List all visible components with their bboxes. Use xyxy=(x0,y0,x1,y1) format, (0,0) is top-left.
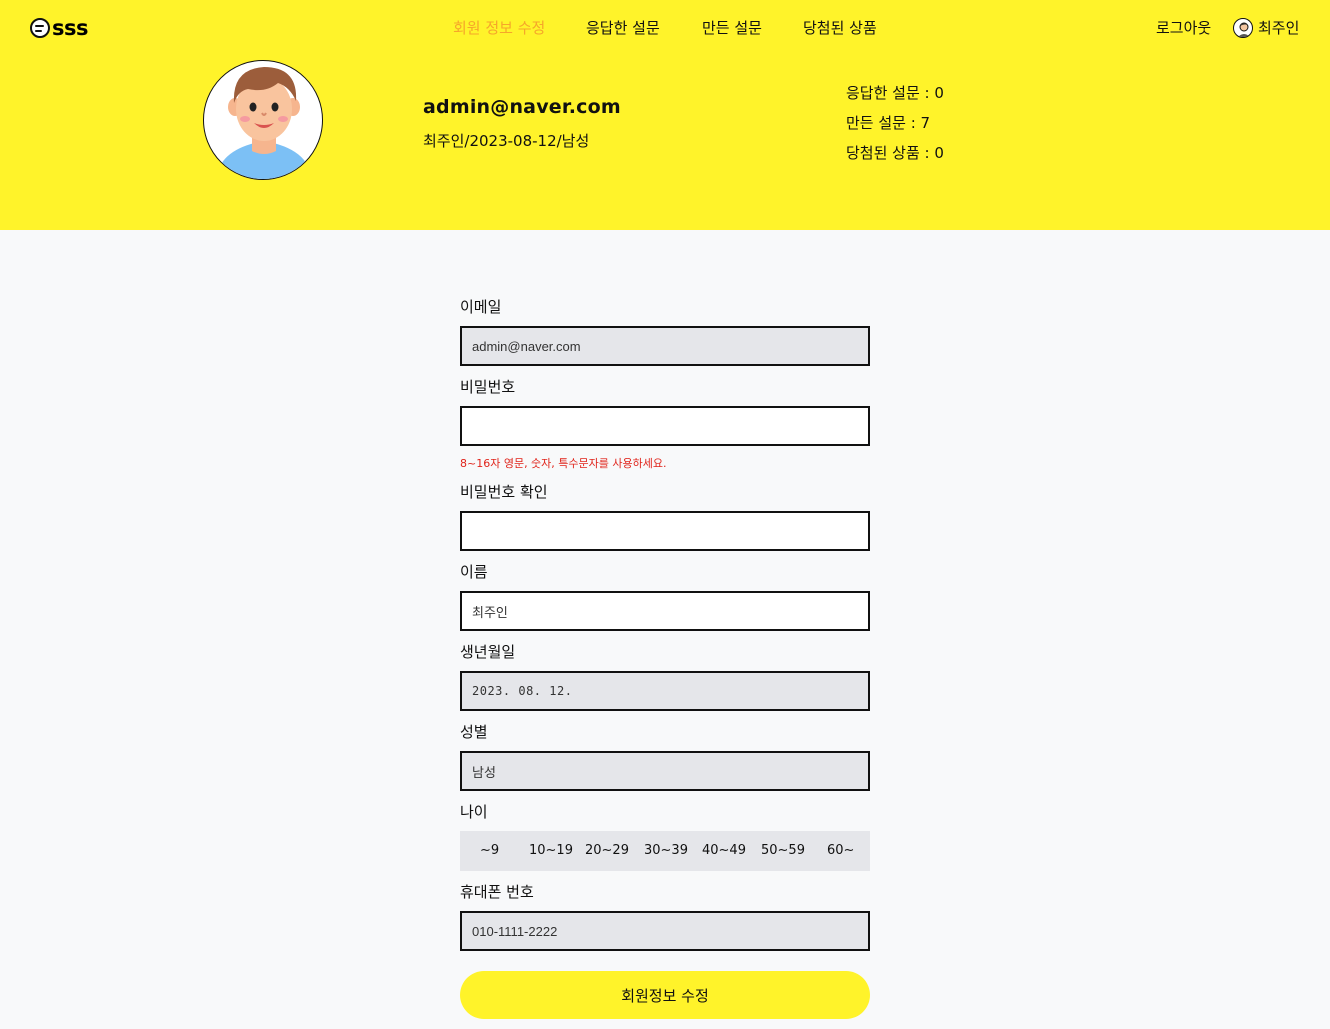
stat-answered-surveys: 응답한 설문 : 0 xyxy=(846,84,944,102)
password-confirm-label: 비밀번호 확인 xyxy=(460,483,548,501)
email-field[interactable]: admin@naver.com xyxy=(460,326,870,366)
age-option[interactable]: 20~29 xyxy=(585,843,629,858)
birth-label: 생년월일 xyxy=(460,643,516,661)
age-option[interactable]: 10~19 xyxy=(529,843,573,858)
gender-field[interactable]: 남성 xyxy=(460,751,870,791)
profile-stats: 응답한 설문 : 0 만든 설문 : 7 당첨된 상품 : 0 xyxy=(846,83,944,173)
age-option[interactable]: 60~ xyxy=(827,843,854,858)
password-hint: 8~16자 영문, 숫자, 특수문자를 사용하세요. xyxy=(460,457,667,470)
profile-avatar xyxy=(203,60,323,180)
update-profile-button[interactable]: 회원정보 수정 xyxy=(460,971,870,1019)
age-option[interactable]: 30~39 xyxy=(644,843,688,858)
age-label: 나이 xyxy=(460,803,488,821)
name-field[interactable]: 최주인 xyxy=(460,591,870,631)
user-menu[interactable]: 최주인 xyxy=(1233,17,1299,38)
password-label: 비밀번호 xyxy=(460,378,516,396)
nav-item-answered-surveys[interactable]: 응답한 설문 xyxy=(586,17,660,38)
password-field[interactable] xyxy=(460,406,870,446)
user-name: 최주인 xyxy=(1258,19,1300,37)
age-option[interactable]: ~9 xyxy=(480,843,499,858)
logout-link[interactable]: 로그아웃 xyxy=(1156,17,1211,38)
age-option[interactable]: 50~59 xyxy=(761,843,805,858)
profile-summary: 최주인/2023-08-12/남성 xyxy=(423,132,590,150)
nav-item-created-surveys[interactable]: 만든 설문 xyxy=(702,17,762,38)
user-avatar-icon xyxy=(1233,17,1253,38)
name-label: 이름 xyxy=(460,563,488,581)
birth-date-field[interactable]: 2023. 08. 12. xyxy=(460,671,870,711)
age-selector: ~9 10~19 20~29 30~39 40~49 50~59 60~ xyxy=(460,831,870,871)
stat-created-surveys: 만든 설문 : 7 xyxy=(846,114,931,132)
stat-won-prizes: 당첨된 상품 : 0 xyxy=(846,144,944,162)
age-option[interactable]: 40~49 xyxy=(702,843,746,858)
main-nav: 회원 정보 수정 응답한 설문 만든 설문 당첨된 상품 xyxy=(0,17,1330,39)
gender-label: 성별 xyxy=(460,723,488,741)
nav-item-edit-profile[interactable]: 회원 정보 수정 xyxy=(453,17,545,38)
nav-item-won-prizes[interactable]: 당첨된 상품 xyxy=(803,17,877,38)
profile-email: admin@naver.com xyxy=(423,96,621,118)
password-confirm-field[interactable] xyxy=(460,511,870,551)
phone-label: 휴대폰 번호 xyxy=(460,883,534,901)
phone-field[interactable]: 010-1111-2222 xyxy=(460,911,870,951)
header: sss 회원 정보 수정 응답한 설문 만든 설문 당첨된 상품 로그아웃 최주… xyxy=(0,0,1330,230)
email-label: 이메일 xyxy=(460,298,502,316)
